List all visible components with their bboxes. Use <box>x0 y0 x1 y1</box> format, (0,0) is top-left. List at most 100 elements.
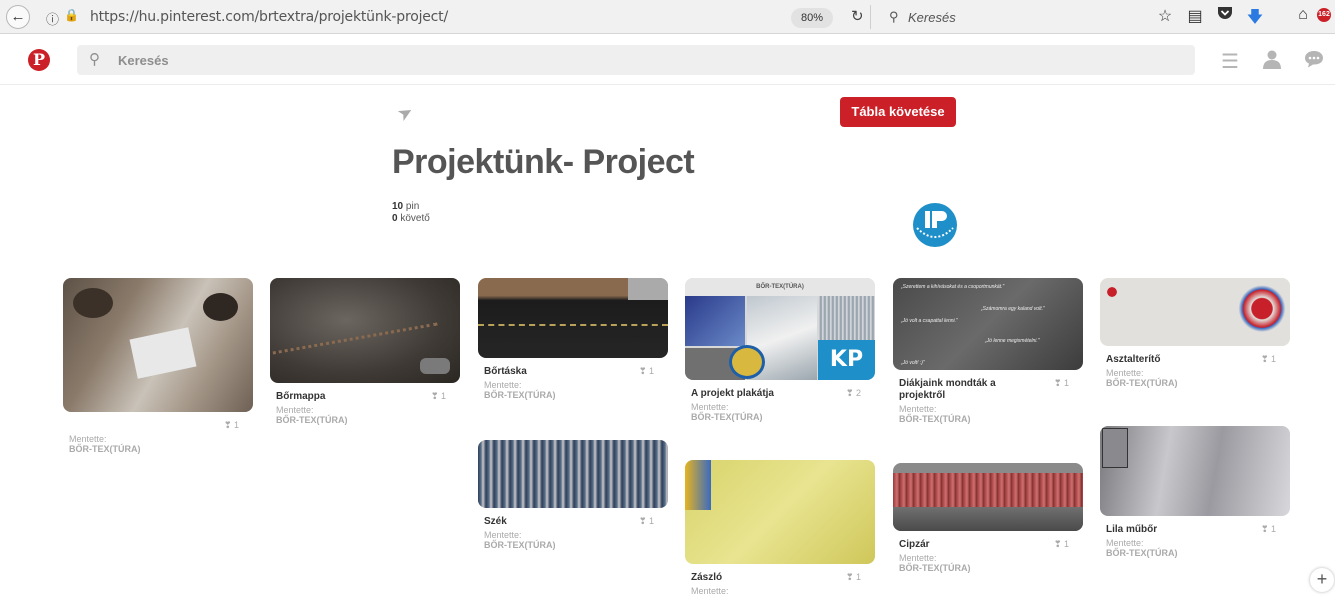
pin-image[interactable] <box>1100 278 1290 346</box>
pin-meta: Asztalterítő ❣ 1 <box>1100 354 1290 368</box>
search-placeholder: Keresés <box>118 53 169 68</box>
saved-by-link[interactable]: BŐR-TEX(TÚRA) <box>1106 378 1290 388</box>
pinterest-logo[interactable]: P <box>28 49 50 71</box>
pin-title: Bőrmappa <box>276 391 326 402</box>
saved-label: Mentette: <box>69 434 107 444</box>
info-icon[interactable]: ⓘ <box>46 9 59 28</box>
zoom-level[interactable]: 80% <box>791 8 833 28</box>
medal-shape <box>729 345 765 379</box>
repin-count: ❣ 2 <box>845 388 861 398</box>
saved-label: Mentette: <box>899 553 937 563</box>
pocket-icon[interactable] <box>1214 6 1236 25</box>
pin-card[interactable]: Bőrmappa ❣ 1 Mentette: BŐR-TEX(TÚRA) <box>270 278 460 425</box>
repin-number: 1 <box>1063 378 1069 388</box>
saved-by-link[interactable]: BŐR-TEX(TÚRA) <box>484 390 668 400</box>
home-icon[interactable]: ⌂ <box>1292 6 1314 24</box>
pin-meta: A projekt plakátja ❣ 2 <box>685 388 875 402</box>
saved-label: Mentette: <box>484 530 522 540</box>
messages-icon[interactable] <box>1304 49 1324 75</box>
url-text[interactable]: https://hu.pinterest.com/brtextra/projek… <box>90 9 448 25</box>
repin-count: ❣ 1 <box>223 420 239 430</box>
pin-image[interactable] <box>270 278 460 383</box>
board-owner-avatar[interactable] <box>910 202 960 248</box>
divider <box>870 5 871 29</box>
saved-by-link[interactable]: BŐR-TEX(TÚRA) <box>899 414 1083 424</box>
pin-meta: Bőrmappa ❣ 1 <box>270 391 460 405</box>
repin-number: 1 <box>440 391 446 401</box>
poster-tile <box>819 296 875 346</box>
kp-logo-shape: KP <box>818 340 875 380</box>
reload-icon[interactable]: ↻ <box>851 7 864 25</box>
saved-by-link[interactable]: BŐR-TEX(TÚRA) <box>899 563 1083 573</box>
pin-card[interactable]: Lila műbőr ❣ 1 Mentette: BŐR-TEX(TÚRA) <box>1100 426 1290 558</box>
send-icon[interactable]: ➤ <box>394 101 418 127</box>
poster-banner: BŐR-TEX(TÚRA) <box>685 278 875 296</box>
download-icon[interactable]: 🡇 <box>1244 6 1266 33</box>
profile-icon[interactable] <box>1262 49 1282 75</box>
saved-label: Mentette: <box>1106 368 1144 378</box>
pin-card[interactable]: Szék ❣ 1 Mentette: BŐR-TEX(TÚRA) <box>478 440 668 550</box>
browser-toolbar: ← ⓘ 🔒 https://hu.pinterest.com/brtextra/… <box>0 0 1335 34</box>
add-pin-button[interactable]: + <box>1310 568 1334 592</box>
pin-meta: Cipzár ❣ 1 <box>893 539 1083 553</box>
hair-shape <box>73 288 113 318</box>
pin-card[interactable]: „Szerettem a kihívásokat és a csoportmun… <box>893 278 1083 424</box>
pin-card[interactable]: ❣ 1 Mentette: BŐR-TEX(TÚRA) <box>63 278 253 454</box>
repin-count: ❣ 1 <box>1053 378 1069 388</box>
saved-by-link[interactable]: BŐR-TEX(TÚRA) <box>691 412 875 422</box>
pin-card[interactable]: Cipzár ❣ 1 Mentette: BŐR-TEX(TÚRA) <box>893 463 1083 573</box>
browser-search-placeholder[interactable]: Keresés <box>908 10 956 25</box>
pin-card[interactable]: Asztalterítő ❣ 1 Mentette: BŐR-TEX(TÚRA) <box>1100 278 1290 388</box>
saved-label: Mentette: <box>1106 538 1144 548</box>
pin-meta: ❣ 1 <box>63 420 253 434</box>
repin-number: 1 <box>233 420 239 430</box>
menu-icon[interactable]: ☰ <box>1221 49 1239 74</box>
pin-image[interactable] <box>63 278 253 412</box>
pin-title: Zászló <box>691 572 723 583</box>
pins-stat[interactable]: 10 pin <box>392 201 430 213</box>
pin-image[interactable]: „Szerettem a kihívásokat és a csoportmun… <box>893 278 1083 370</box>
flag-edge-shape <box>685 460 711 510</box>
pins-label: pin <box>405 201 420 212</box>
search-icon: ⚲ <box>889 9 899 24</box>
saved-label: Mentette: <box>484 380 522 390</box>
pin-card[interactable]: Bőrtáska ❣ 1 Mentette: BŐR-TEX(TÚRA) <box>478 278 668 400</box>
pin-image[interactable] <box>685 460 875 564</box>
pin-image[interactable] <box>1100 426 1290 516</box>
quote-text: „Szerettem a kihívásokat és a csoportmun… <box>901 284 1005 290</box>
repin-count: ❣ 1 <box>638 516 654 526</box>
pin-card[interactable]: Zászló ❣ 1 Mentette: <box>685 460 875 596</box>
pocket-shape <box>1218 7 1232 19</box>
pin-title: A projekt plakátja <box>691 388 774 399</box>
reading-list-icon[interactable]: ▤ <box>1184 6 1206 26</box>
browser-search-field[interactable]: ⚲ Keresés <box>875 3 1140 31</box>
saved-by-link[interactable]: BŐR-TEX(TÚRA) <box>1106 548 1290 558</box>
repin-number: 1 <box>855 572 861 582</box>
back-icon[interactable]: ← <box>6 5 30 29</box>
pin-image[interactable] <box>893 463 1083 531</box>
avatar-logo <box>913 203 957 247</box>
quote-text: „Jó lenne megismételni." <box>985 338 1040 344</box>
pin-meta: Diákjaink mondták a projektről ❣ 1 <box>893 378 1083 404</box>
saved-by-link[interactable]: BŐR-TEX(TÚRA) <box>69 444 253 454</box>
saved-by-link[interactable]: BŐR-TEX(TÚRA) <box>484 540 668 550</box>
repin-number: 1 <box>1063 539 1069 549</box>
saved-label: Mentette: <box>276 405 314 415</box>
followers-stat[interactable]: 0 követő <box>392 213 430 225</box>
stitch-shape <box>478 324 668 326</box>
lock-icon[interactable]: 🔒 <box>64 8 79 22</box>
pin-card[interactable]: BŐR-TEX(TÚRA) KP A projekt plakátja ❣ 2 … <box>685 278 875 422</box>
repin-count: ❣ 1 <box>845 572 861 582</box>
pin-meta: Szék ❣ 1 <box>478 516 668 530</box>
star-icon[interactable]: ☆ <box>1154 6 1176 26</box>
pinterest-search-input[interactable]: ⚲ Keresés <box>77 45 1195 75</box>
pin-meta: Lila műbőr ❣ 1 <box>1100 524 1290 538</box>
pin-image[interactable] <box>478 278 668 358</box>
notification-badge[interactable]: 162 <box>1317 8 1331 22</box>
pin-title: Lila műbőr <box>1106 524 1158 535</box>
saved-by-link[interactable]: BŐR-TEX(TÚRA) <box>276 415 460 425</box>
follow-board-button[interactable]: Tábla követése <box>840 97 956 127</box>
pin-image[interactable]: BŐR-TEX(TÚRA) KP <box>685 278 875 380</box>
pin-image[interactable] <box>478 440 668 508</box>
quote-text: „Számomra egy kaland volt." <box>981 306 1045 312</box>
